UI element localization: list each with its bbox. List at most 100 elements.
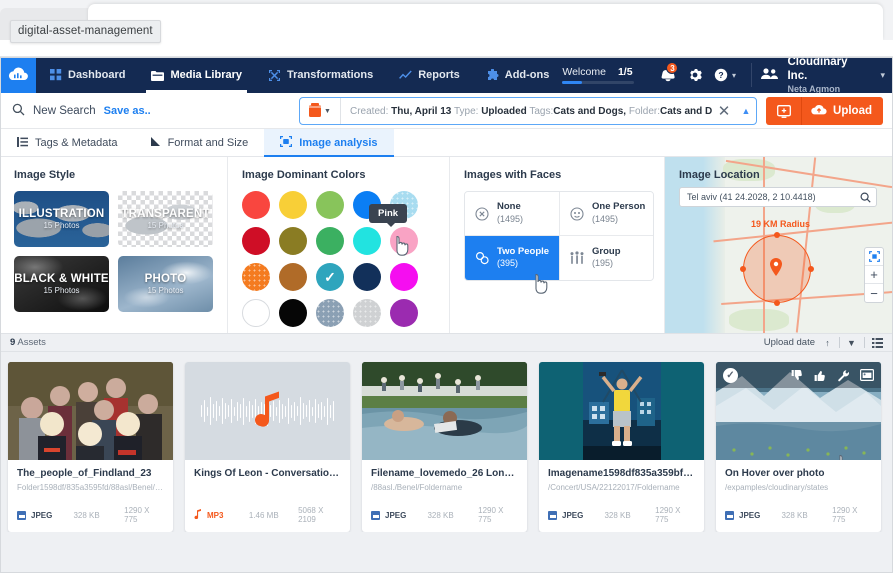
asset-name: Kings Of Leon - Conversation Piece xyxy=(194,468,341,479)
crop-icon[interactable] xyxy=(860,369,874,381)
asset-thumbnail[interactable] xyxy=(8,362,173,460)
color-swatch-cyan[interactable] xyxy=(353,227,381,255)
asset-type: JPEG xyxy=(725,510,781,520)
style-card-illustration[interactable]: ILLUSTRATION 15 Photos xyxy=(14,191,109,247)
nav-item-label: Add-ons xyxy=(504,69,550,81)
map-radius-label: 19 KM Radius xyxy=(751,219,811,229)
map-radius-handle-right[interactable] xyxy=(808,266,814,272)
color-swatch-green-light[interactable] xyxy=(316,191,344,219)
asset-path: /expamples/cloudinary/states xyxy=(725,483,829,492)
wrench-icon[interactable] xyxy=(837,369,850,382)
nav-item-transformations[interactable]: Transformations xyxy=(255,57,386,93)
color-swatch-red-light[interactable] xyxy=(242,191,270,219)
view-mode-list-icon[interactable] xyxy=(870,335,885,350)
asset-thumbnail[interactable] xyxy=(539,362,704,460)
color-swatch-slate-gray[interactable] xyxy=(316,299,344,327)
nav-item-dashboard[interactable]: Dashboard xyxy=(36,57,138,93)
tab-image-analysis[interactable]: Image analysis xyxy=(264,129,394,157)
cloudinary-logo-icon[interactable] xyxy=(0,57,36,93)
color-swatch-olive[interactable] xyxy=(279,227,307,255)
map-zoom-out-button[interactable]: − xyxy=(865,284,883,302)
nav-item-media-library[interactable]: Media Library xyxy=(138,57,255,93)
help-button[interactable]: ? ▾ xyxy=(709,57,742,93)
style-card-count: 15 Photos xyxy=(147,286,184,295)
asset-card[interactable]: Filename_lovemedo_26 Long na-Lon... /88a… xyxy=(362,362,527,532)
color-swatch-teal[interactable]: ✓ xyxy=(316,263,344,291)
color-swatch-orange[interactable] xyxy=(242,263,270,291)
asset-thumbnail-image xyxy=(582,362,661,460)
face-cell-label: Two People xyxy=(497,245,550,257)
thumbs-down-icon[interactable] xyxy=(791,369,804,382)
face-cell-one-person[interactable]: One Person (1495) xyxy=(560,192,653,236)
color-swatch-white[interactable] xyxy=(242,299,270,327)
style-card-transparent[interactable]: TRANSPARENT 15 Photos xyxy=(118,191,213,247)
filter-tags-key: Tags: xyxy=(529,105,554,117)
chevron-down-icon: ▼ xyxy=(324,107,331,115)
thumbs-up-icon[interactable] xyxy=(814,369,827,382)
color-swatch-yellow[interactable] xyxy=(279,191,307,219)
map-coastline xyxy=(703,157,725,333)
asset-thumbnail[interactable] xyxy=(362,362,527,460)
settings-gear-button[interactable] xyxy=(681,57,708,93)
asset-card[interactable]: Kings Of Leon - Conversation Piece MP3 1… xyxy=(185,362,350,532)
map-fit-bounds-button[interactable] xyxy=(865,248,883,266)
check-icon[interactable]: ✓ xyxy=(723,367,738,383)
upload-button[interactable]: Upload xyxy=(802,97,883,125)
asset-thumbnail[interactable]: ✓ xyxy=(716,362,881,460)
style-card-photo[interactable]: PHOTO 15 Photos xyxy=(118,256,213,312)
add-asset-button[interactable] xyxy=(766,97,803,125)
asset-card-hovered[interactable]: ✓ On Hover over photo /expamples/cloudin… xyxy=(716,362,881,532)
calendar-filter-button[interactable]: ▼ xyxy=(300,98,341,124)
asset-card[interactable]: Imagename1598df835a359bfd_25646... /Conc… xyxy=(539,362,704,532)
color-swatch-black[interactable] xyxy=(279,299,307,327)
tab-format-and-size[interactable]: Format and Size xyxy=(134,129,265,157)
color-swatch-navy[interactable] xyxy=(353,263,381,291)
sort-field-label[interactable]: Upload date xyxy=(764,337,820,348)
face-cell-group[interactable]: Group (195) xyxy=(560,236,653,280)
style-card-black-and-white[interactable]: BLACK & WHITE 15 Photos xyxy=(14,256,109,312)
map-canvas[interactable]: Image Location Tel aviv (41 24.2028, 2 1… xyxy=(665,157,893,333)
color-swatch-purple[interactable] xyxy=(390,299,418,327)
sort-dropdown-icon[interactable]: ▼ xyxy=(844,335,859,350)
asset-name: On Hover over photo xyxy=(725,468,825,479)
calendar-icon xyxy=(309,103,322,117)
welcome-progress[interactable]: Welcome 1/5 xyxy=(562,66,640,84)
nav-item-reports[interactable]: Reports xyxy=(386,57,473,93)
color-swatch-pink[interactable] xyxy=(390,227,418,255)
asset-hover-actions xyxy=(791,369,874,382)
color-swatch-crimson[interactable] xyxy=(242,227,270,255)
asset-size: 328 KB xyxy=(781,510,808,520)
color-swatch-magenta[interactable] xyxy=(390,263,418,291)
group-icon xyxy=(569,251,585,265)
nav-item-add-ons[interactable]: Add-ons xyxy=(473,57,563,93)
browser-tab-active[interactable] xyxy=(88,4,883,40)
clear-filter-icon[interactable]: ✕ xyxy=(712,102,736,120)
map-radius-handle-left[interactable] xyxy=(740,266,746,272)
map-zoom-in-button[interactable]: + xyxy=(865,266,883,284)
notifications-button[interactable]: 3 xyxy=(654,57,681,93)
color-swatch-brown[interactable] xyxy=(279,263,307,291)
color-swatch-green[interactable] xyxy=(316,227,344,255)
filter-tags-value: Cats and Dogs, xyxy=(553,105,627,117)
search-icon[interactable] xyxy=(12,103,25,119)
asset-dimensions: 1290 X 775 xyxy=(124,506,150,524)
face-cell-none[interactable]: None (1495) xyxy=(465,192,560,236)
map-radius-handle-top[interactable] xyxy=(774,232,780,238)
color-swatch-light-gray[interactable] xyxy=(353,299,381,327)
search-filter-pill[interactable]: ▼ Created: Thu, April 13 Type: Uploaded … xyxy=(299,97,757,125)
face-cell-two-people[interactable]: Two People (395) xyxy=(465,236,560,280)
search-icon[interactable] xyxy=(854,191,876,203)
tab-tags-metadata[interactable]: Tags & Metadata xyxy=(1,129,134,157)
sort-ascending-icon[interactable]: ↑ xyxy=(820,335,835,350)
map-radius-handle-bottom[interactable] xyxy=(774,300,780,306)
asset-thumbnail[interactable] xyxy=(185,362,350,460)
collapse-filter-icon[interactable]: ▲ xyxy=(736,106,756,116)
asset-dimensions: 1290 X 775 xyxy=(832,506,858,524)
asset-name: The_people_of_Findland_23 xyxy=(17,468,152,479)
asset-card[interactable]: The_people_of_Findland_23 Folder1598df/8… xyxy=(8,362,173,532)
map-search-input[interactable]: Tel aviv (41 24.2028, 2 10.4418) xyxy=(680,192,854,202)
save-as-link[interactable]: Save as.. xyxy=(104,105,151,117)
asset-path: Folder1598df/835a3595fd/88asl/Benel/Fold… xyxy=(17,483,164,492)
map-location-search[interactable]: Tel aviv (41 24.2028, 2 10.4418) xyxy=(679,187,877,207)
account-menu[interactable]: Cloudinary Inc. Neta Agmon ▾ xyxy=(760,57,885,95)
